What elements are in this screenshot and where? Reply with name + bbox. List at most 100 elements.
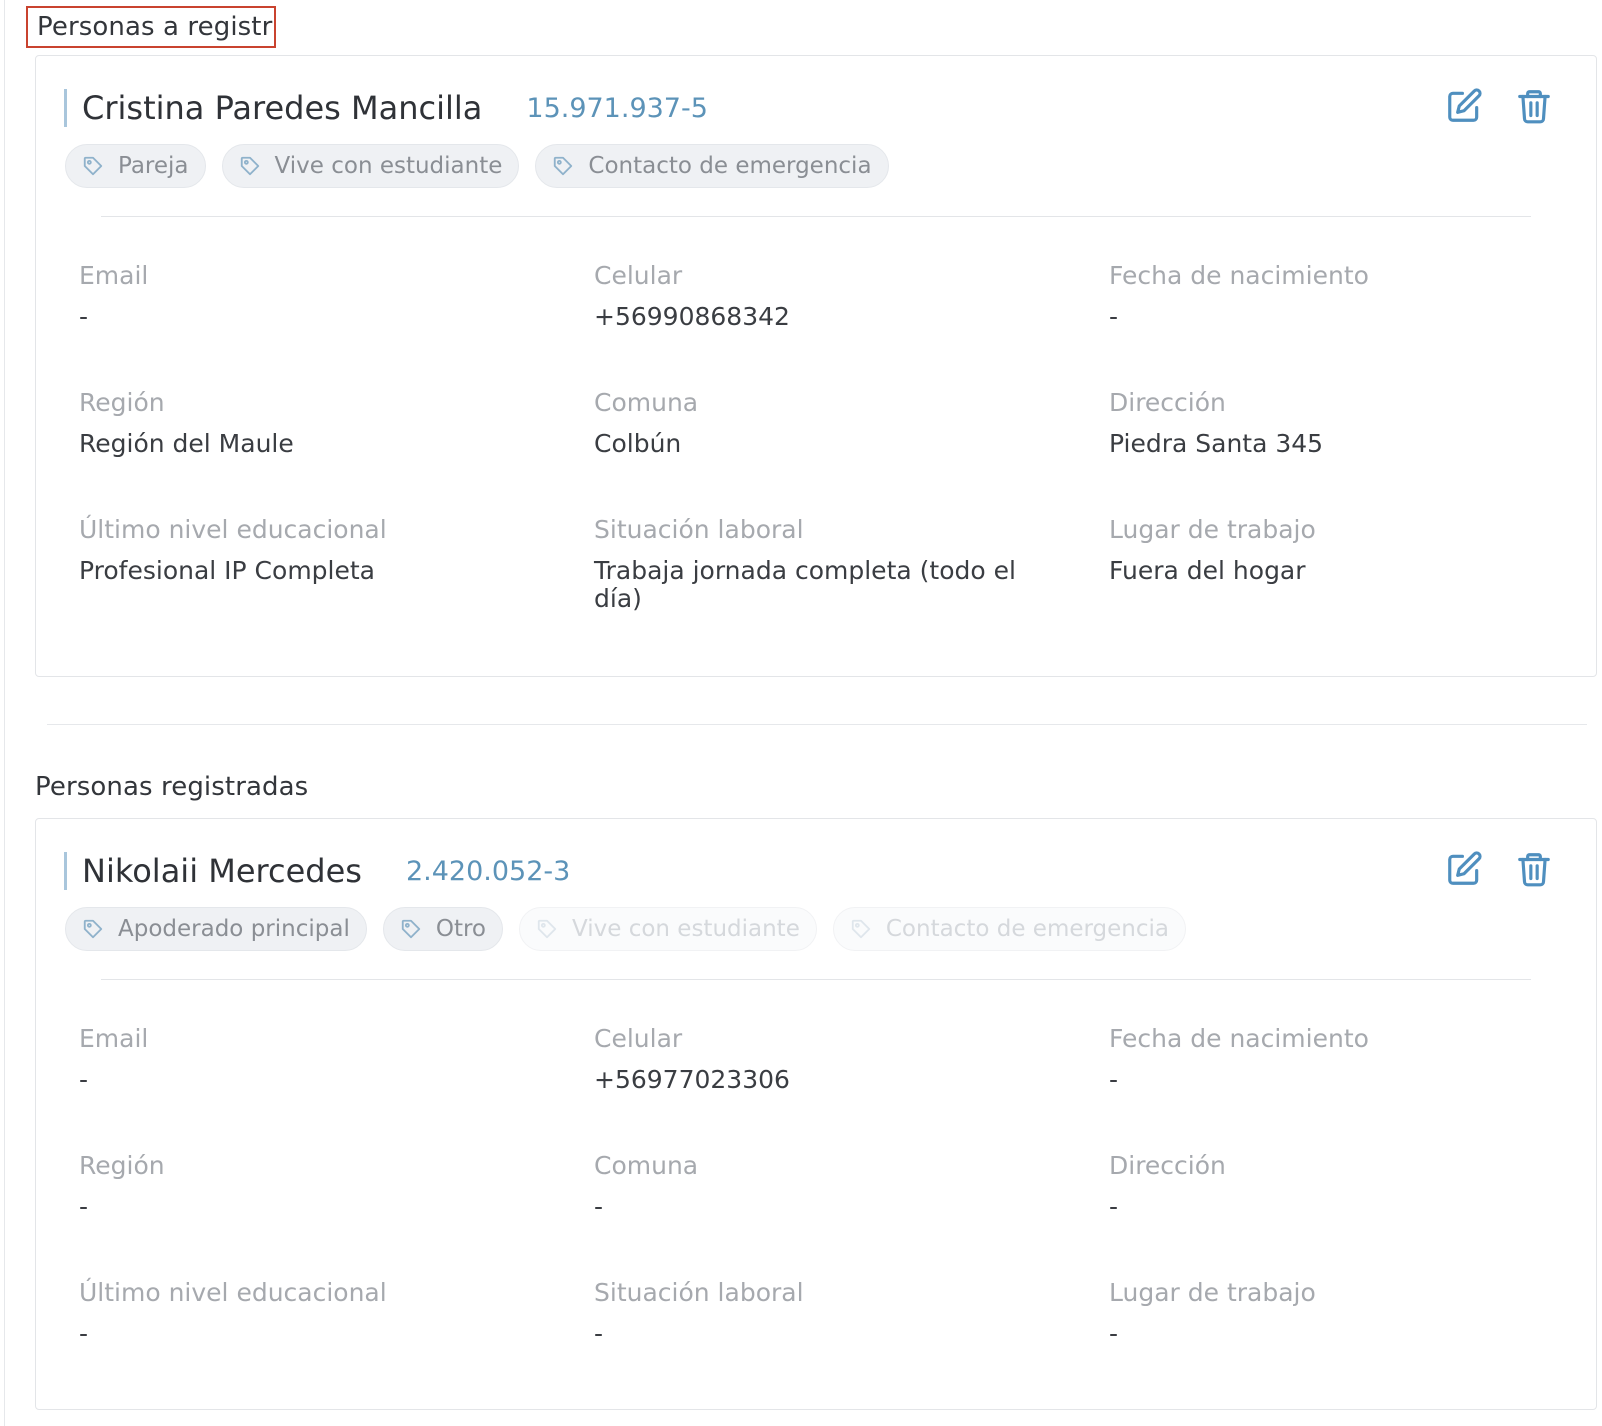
field-region: Región - (79, 1151, 539, 1221)
edit-button[interactable] (1444, 849, 1484, 889)
field-lugar-trabajo: Lugar de trabajo - (1109, 1278, 1569, 1348)
field-value: Colbún (594, 429, 682, 458)
field-comuna: Comuna Colbún (594, 388, 1054, 458)
field-value: +56990868342 (594, 302, 790, 331)
tag-icon (82, 918, 104, 940)
section-divider (47, 724, 1587, 725)
delete-button[interactable] (1514, 849, 1554, 889)
edit-button[interactable] (1444, 86, 1484, 126)
field-label: Dirección (1109, 388, 1226, 417)
field-situacion-laboral: Situación laboral - (594, 1278, 1054, 1348)
tag-list: Pareja Vive con estudiante Contacto de e… (65, 144, 889, 188)
tag-chip-inactive: Vive con estudiante (519, 907, 817, 951)
card-header: Nikolaii Mercedes 2.420.052-3 (64, 851, 570, 891)
card-header: Cristina Paredes Mancilla 15.971.937-5 (64, 88, 708, 128)
tag-chip: Contacto de emergencia (535, 144, 889, 188)
section-title-registered: Personas registradas (35, 772, 309, 802)
tag-chip: Apoderado principal (65, 907, 367, 951)
tag-chip: Pareja (65, 144, 206, 188)
person-name: Cristina Paredes Mancilla (82, 89, 483, 127)
field-value: - (79, 1065, 89, 1094)
field-lugar-trabajo: Lugar de trabajo Fuera del hogar (1109, 515, 1569, 585)
field-label: Fecha de nacimiento (1109, 261, 1369, 290)
left-border (4, 0, 5, 1426)
section-title-to-register: Personas a registrar (26, 6, 276, 48)
edit-icon (1448, 851, 1482, 885)
name-accent-bar (64, 852, 67, 890)
field-direccion: Dirección Piedra Santa 345 (1109, 388, 1569, 458)
field-value: - (79, 302, 89, 331)
card-divider (101, 216, 1531, 217)
tag-list: Apoderado principal Otro Vive con estudi… (65, 907, 1187, 951)
field-value: - (1109, 1065, 1119, 1094)
field-direccion: Dirección - (1109, 1151, 1569, 1221)
field-value: - (79, 1192, 89, 1221)
tag-label: Otro (435, 916, 486, 942)
name-accent-bar (64, 89, 67, 127)
field-label: Email (79, 1024, 149, 1053)
field-nivel-educacional: Último nivel educacional - (79, 1278, 539, 1348)
field-value: Piedra Santa 345 (1109, 429, 1324, 458)
field-value: - (1109, 1192, 1119, 1221)
field-value: Profesional IP Completa (79, 556, 375, 585)
field-label: Último nivel educacional (79, 1278, 387, 1307)
field-label: Celular (594, 1024, 683, 1053)
tag-chip-inactive: Contacto de emergencia (832, 907, 1187, 951)
tag-chip: Otro (382, 907, 503, 951)
tag-icon (400, 918, 422, 940)
field-value: +56977023306 (594, 1065, 790, 1094)
tag-label: Vive con estudiante (572, 916, 800, 942)
field-label: Región (79, 1151, 165, 1180)
person-rut: 2.420.052-3 (405, 855, 571, 887)
field-label: Lugar de trabajo (1109, 515, 1316, 544)
field-label: Comuna (594, 1151, 699, 1180)
field-value: - (594, 1192, 604, 1221)
field-nivel-educacional: Último nivel educacional Profesional IP … (79, 515, 539, 585)
tag-icon (536, 918, 558, 940)
tag-chip: Vive con estudiante (221, 144, 520, 188)
field-label: Email (79, 261, 149, 290)
field-fecha-nacimiento: Fecha de nacimiento - (1109, 261, 1569, 331)
field-email: Email - (79, 1024, 539, 1094)
field-fecha-nacimiento: Fecha de nacimiento - (1109, 1024, 1569, 1094)
field-value: Fuera del hogar (1109, 556, 1306, 585)
tag-label: Contacto de emergencia (885, 916, 1170, 942)
field-email: Email - (79, 261, 539, 331)
tag-icon (82, 155, 104, 177)
field-label: Dirección (1109, 1151, 1226, 1180)
person-rut: 15.971.937-5 (526, 92, 708, 124)
card-divider (101, 979, 1531, 980)
field-label: Último nivel educacional (79, 515, 387, 544)
field-value: - (79, 1319, 89, 1348)
tag-label: Vive con estudiante (274, 153, 503, 179)
field-label: Comuna (594, 388, 699, 417)
field-label: Situación laboral (594, 515, 804, 544)
field-celular: Celular +56990868342 (594, 261, 1054, 331)
field-label: Celular (594, 261, 683, 290)
person-card: Cristina Paredes Mancilla 15.971.937-5 P… (35, 55, 1597, 677)
card-actions (1444, 86, 1554, 126)
field-situacion-laboral: Situación laboral Trabaja jornada comple… (594, 515, 1054, 613)
field-comuna: Comuna - (594, 1151, 1054, 1221)
tag-icon (552, 155, 574, 177)
person-name: Nikolaii Mercedes (82, 852, 362, 890)
field-region: Región Región del Maule (79, 388, 539, 458)
delete-button[interactable] (1514, 86, 1554, 126)
person-card: Nikolaii Mercedes 2.420.052-3 Apoderado … (35, 818, 1597, 1410)
field-value: - (1109, 1319, 1119, 1348)
card-actions (1444, 849, 1554, 889)
tag-label: Contacto de emergencia (588, 153, 872, 179)
field-label: Situación laboral (594, 1278, 804, 1307)
field-celular: Celular +56977023306 (594, 1024, 1054, 1094)
field-value: - (594, 1319, 604, 1348)
trash-icon (1518, 853, 1550, 887)
field-label: Región (79, 388, 165, 417)
tag-label: Pareja (118, 153, 189, 179)
edit-icon (1448, 88, 1482, 122)
field-label: Fecha de nacimiento (1109, 1024, 1369, 1053)
tag-label: Apoderado principal (118, 916, 350, 942)
tag-icon (850, 918, 872, 940)
field-label: Lugar de trabajo (1109, 1278, 1316, 1307)
trash-icon (1518, 90, 1550, 124)
field-value: Trabaja jornada completa (todo el día) (594, 556, 1016, 613)
